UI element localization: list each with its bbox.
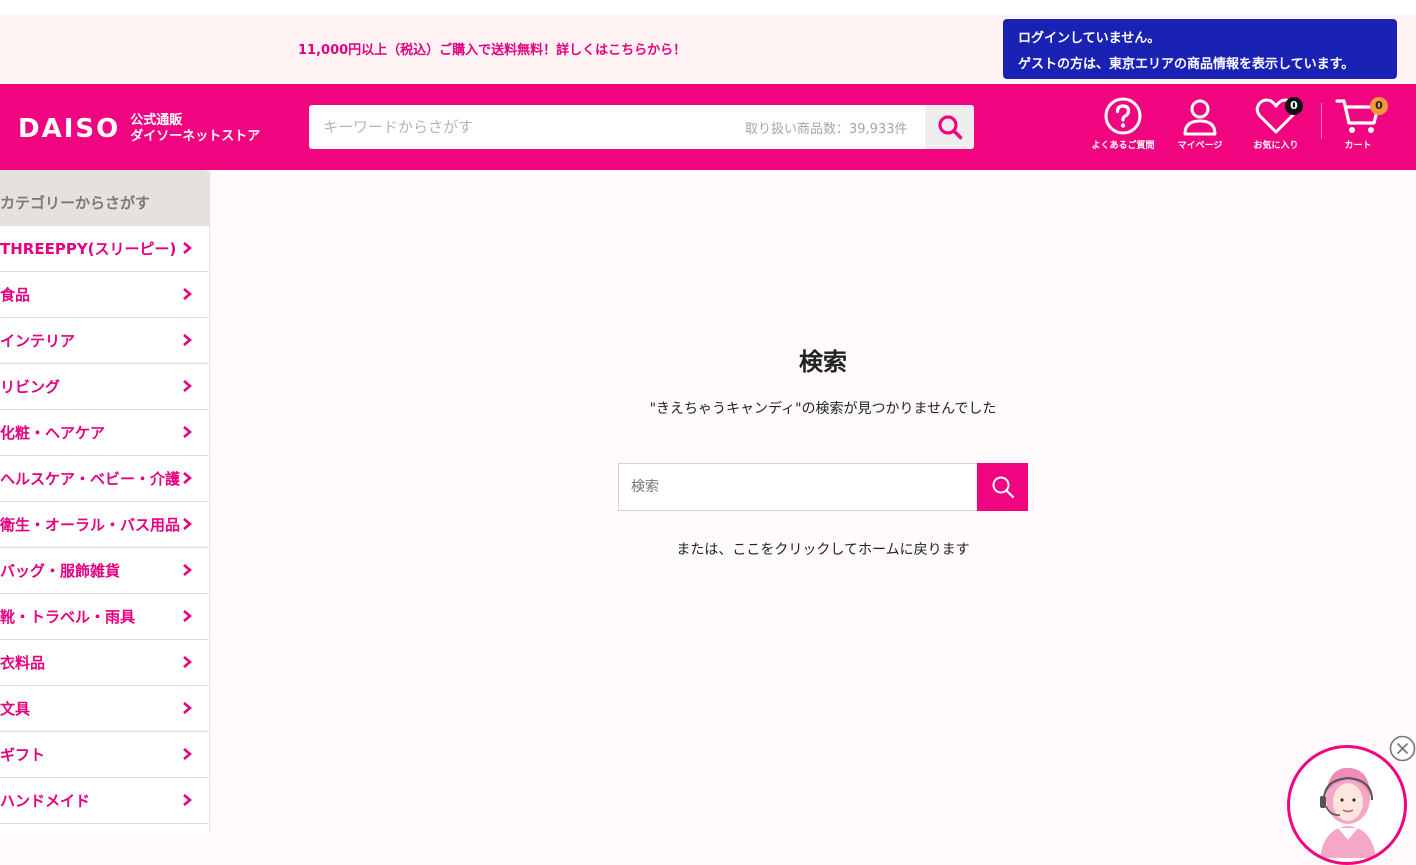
close-icon (1389, 735, 1416, 762)
main-search-button[interactable] (977, 463, 1028, 511)
logo-subtitle: 公式通販 ダイソーネットストア (130, 113, 260, 145)
sidebar-item-stationery[interactable]: 文具 (0, 686, 209, 732)
chevron-right-icon (183, 518, 192, 530)
category-sidebar: カテゴリーからさがす THREEPPY(スリーピー) 食品 インテリア リビング… (0, 170, 210, 834)
chevron-right-icon (183, 564, 192, 576)
page-title: 検索 (799, 348, 847, 376)
chat-close-button[interactable] (1389, 735, 1416, 762)
free-shipping-link[interactable]: 11,000円以上（税込）ご購入で送料無料！詳しくはこちらから！ (298, 39, 686, 58)
favorites-count-badge: 0 (1285, 97, 1303, 115)
faq-label: よくあるご質問 (1091, 141, 1155, 151)
chevron-right-icon (183, 242, 192, 254)
chevron-right-icon (183, 426, 192, 438)
chevron-right-icon (183, 656, 192, 668)
sidebar-item-healthcare[interactable]: ヘルスケア・ベビー・介護 (0, 456, 209, 502)
favorites-link[interactable]: お気に入り 0 (1236, 96, 1316, 156)
sidebar-item-shoes-travel[interactable]: 靴・トラベル・雨具 (0, 594, 209, 640)
no-results-message: "きえちゃうキャンディ"の検索が見つかりませんでした (649, 401, 997, 417)
home-link[interactable]: または、ここをクリックしてホームに戻ります (0, 539, 1416, 559)
mypage-label: マイページ (1177, 141, 1223, 151)
login-notice: ログインしていません。 ゲストの方は、東京エリアの商品情報を表示しています。 (1003, 19, 1397, 79)
faq-link[interactable]: よくあるご質問 (1083, 96, 1163, 156)
sidebar-title: カテゴリーからさがす (0, 170, 210, 226)
mypage-link[interactable]: マイページ (1160, 96, 1240, 156)
chevron-right-icon (183, 794, 192, 806)
logo-wordmark: DAISO (18, 114, 121, 144)
sidebar-item-label: 化粧・ヘアケア (0, 424, 106, 442)
sidebar-item-label: 文具 (0, 700, 31, 718)
login-notice-line1: ログインしていません。 (1018, 31, 1161, 46)
sidebar-item-food[interactable]: 食品 (0, 272, 209, 318)
site-logo[interactable]: DAISO 公式通販 ダイソーネットストア (18, 113, 260, 145)
chevron-right-icon (183, 610, 192, 622)
favorites-label: お気に入り (1253, 141, 1299, 151)
sidebar-item-threeppy[interactable]: THREEPPY(スリーピー) (0, 226, 209, 272)
logo-subtitle-line1: 公式通販 (130, 113, 183, 128)
sidebar-item-label: 食品 (0, 286, 31, 304)
cart-count-badge: 0 (1370, 97, 1388, 115)
sidebar-item-label: ギフト (0, 746, 46, 764)
search-icon (937, 115, 962, 140)
sidebar-item-label: バッグ・服飾雑貨 (0, 562, 121, 580)
user-icon (1183, 99, 1217, 136)
cart-label: カート (1344, 141, 1372, 151)
header-search-button[interactable] (925, 105, 974, 149)
chevron-right-icon (183, 380, 192, 392)
sidebar-item-label: ヘルスケア・ベビー・介護 (0, 470, 181, 488)
sidebar-item-gift[interactable]: ギフト (0, 732, 209, 778)
sidebar-item-label: リビング (0, 378, 61, 396)
cart-link[interactable]: カート 0 (1318, 96, 1398, 156)
sidebar-item-label: 衣料品 (0, 654, 46, 672)
product-count: 取り扱い商品数：39,933件 (745, 122, 908, 137)
sidebar-item-label: 衛生・オーラル・バス用品 (0, 516, 181, 534)
login-notice-line2: ゲストの方は、東京エリアの商品情報を表示しています。 (1018, 57, 1355, 72)
question-circle-icon (1104, 97, 1142, 135)
header-search: 取り扱い商品数：39,933件 (309, 105, 974, 149)
sidebar-item-clothing[interactable]: 衣料品 (0, 640, 209, 686)
support-operator-icon (1320, 767, 1376, 858)
sidebar-item-label: 靴・トラベル・雨具 (0, 608, 136, 626)
sidebar-item-handmade[interactable]: ハンドメイド (0, 778, 209, 824)
chevron-right-icon (183, 288, 192, 300)
sidebar-item-label: THREEPPY(スリーピー) (0, 240, 177, 258)
main-search (618, 463, 978, 511)
chevron-right-icon (183, 472, 192, 484)
search-icon (992, 476, 1014, 499)
chevron-right-icon (183, 702, 192, 714)
chat-support-widget[interactable] (1287, 745, 1407, 865)
top-strip (0, 0, 1416, 15)
sidebar-item-label: ハンドメイド (0, 792, 91, 810)
main-search-input[interactable] (619, 464, 977, 510)
logo-subtitle-line2: ダイソーネットストア (130, 129, 261, 144)
chevron-right-icon (183, 748, 192, 760)
